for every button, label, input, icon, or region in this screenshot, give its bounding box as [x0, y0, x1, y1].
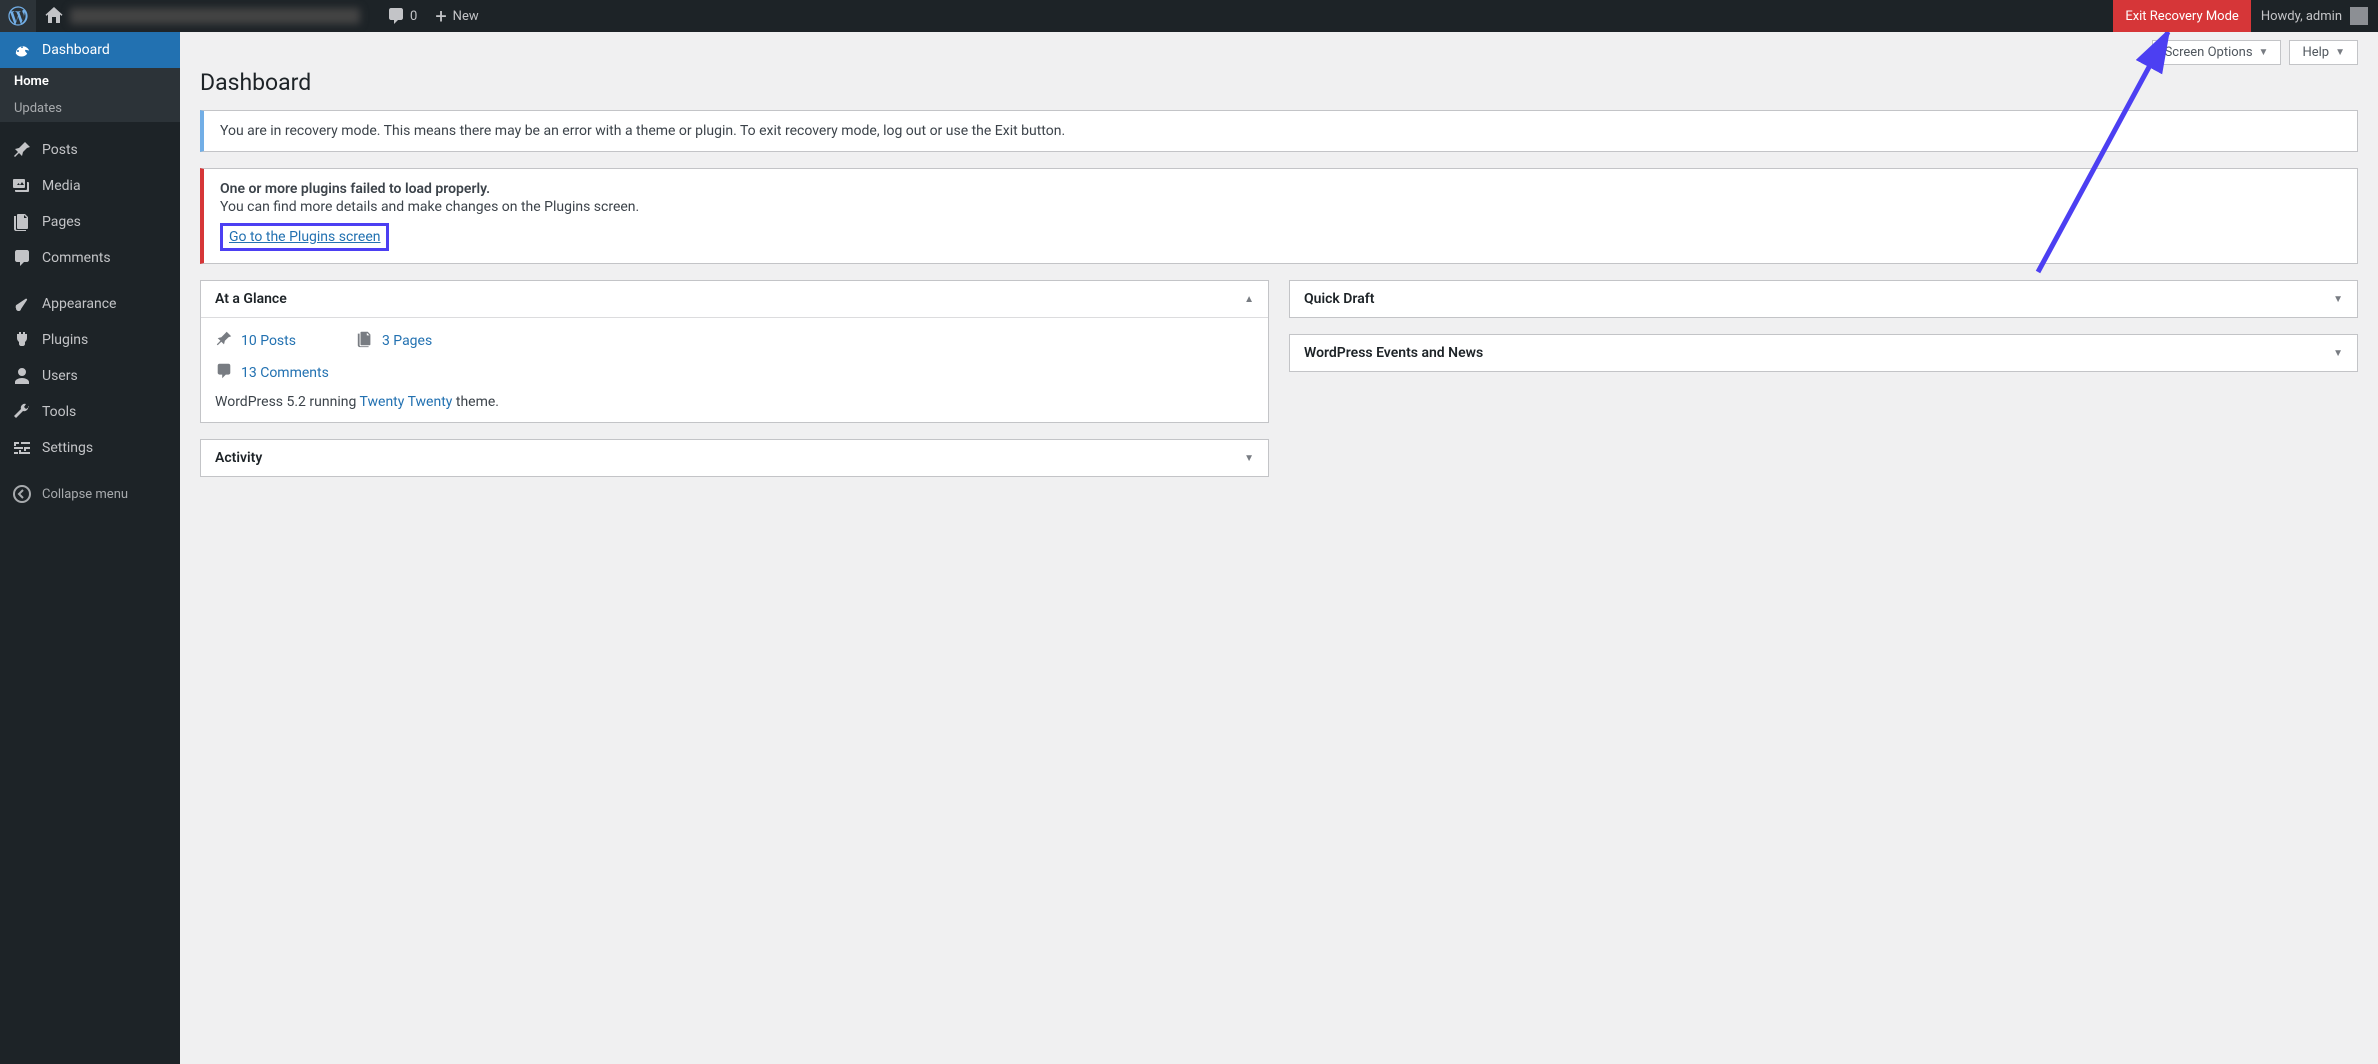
- site-name-blurred: [70, 8, 360, 24]
- collapse-menu[interactable]: Collapse menu: [0, 476, 180, 512]
- collapse-icon: [12, 484, 32, 504]
- events-news-toggle[interactable]: WordPress Events and News ▼: [1290, 335, 2357, 371]
- plugin-error-link-highlight: Go to the Plugins screen: [220, 223, 389, 251]
- submenu-home[interactable]: Home: [0, 68, 180, 95]
- submenu-dashboard: Home Updates: [0, 68, 180, 122]
- howdy-text: Howdy, admin: [2261, 9, 2342, 24]
- glance-pages[interactable]: 3 Pages: [356, 330, 432, 352]
- quick-draft-panel: Quick Draft ▼: [1289, 280, 2358, 318]
- menu-pages[interactable]: Pages: [0, 204, 180, 240]
- menu-media[interactable]: Media: [0, 168, 180, 204]
- comment-icon: [215, 362, 233, 384]
- dashboard-icon: [12, 40, 32, 60]
- at-a-glance-toggle[interactable]: At a Glance ▲: [201, 281, 1268, 318]
- chevron-down-icon: ▼: [2259, 47, 2269, 58]
- at-a-glance-panel: At a Glance ▲ 10 Posts 3 Pages: [200, 280, 1269, 423]
- chevron-up-icon: ▲: [1244, 294, 1254, 305]
- plugin-error-sub: You can find more details and make chang…: [220, 199, 2341, 215]
- glance-posts[interactable]: 10 Posts: [215, 330, 296, 352]
- plugin-error-title: One or more plugins failed to load prope…: [220, 181, 2341, 197]
- menu-appearance[interactable]: Appearance: [0, 286, 180, 322]
- admin-sidebar: Dashboard Home Updates Posts Media Pages…: [0, 32, 180, 1064]
- comment-count: 0: [410, 9, 417, 24]
- exit-recovery-mode-button[interactable]: Exit Recovery Mode: [2113, 0, 2251, 32]
- comments-bubble-link[interactable]: 0: [378, 0, 425, 32]
- help-toggle[interactable]: Help ▼: [2289, 40, 2358, 65]
- menu-dashboard[interactable]: Dashboard: [0, 32, 180, 68]
- menu-users[interactable]: Users: [0, 358, 180, 394]
- plug-icon: [12, 330, 32, 350]
- chevron-down-icon: ▼: [1244, 453, 1254, 464]
- home-icon: [44, 6, 64, 26]
- chevron-down-icon: ▼: [2335, 47, 2345, 58]
- account-menu[interactable]: Howdy, admin: [2251, 0, 2378, 32]
- avatar: [2350, 7, 2368, 25]
- menu-tools[interactable]: Tools: [0, 394, 180, 430]
- events-news-panel: WordPress Events and News ▼: [1289, 334, 2358, 372]
- submenu-updates[interactable]: Updates: [0, 95, 180, 122]
- wp-version-line: WordPress 5.2 running Twenty Twenty them…: [215, 394, 1254, 410]
- wp-logo-menu[interactable]: [0, 0, 36, 32]
- active-theme-link[interactable]: Twenty Twenty: [360, 394, 453, 410]
- quick-draft-toggle[interactable]: Quick Draft ▼: [1290, 281, 2357, 317]
- menu-posts[interactable]: Posts: [0, 132, 180, 168]
- comment-icon: [12, 248, 32, 268]
- activity-toggle[interactable]: Activity ▼: [201, 440, 1268, 476]
- recovery-mode-notice: You are in recovery mode. This means the…: [200, 110, 2358, 152]
- new-label: New: [453, 9, 479, 24]
- wrench-icon: [12, 402, 32, 422]
- wordpress-logo-icon: [8, 6, 28, 26]
- pages-icon: [12, 212, 32, 232]
- plugin-error-notice: One or more plugins failed to load prope…: [200, 168, 2358, 264]
- menu-comments[interactable]: Comments: [0, 240, 180, 276]
- activity-panel: Activity ▼: [200, 439, 1269, 477]
- new-content-link[interactable]: + New: [425, 0, 488, 32]
- chevron-down-icon: ▼: [2333, 348, 2343, 359]
- comment-icon: [386, 6, 406, 26]
- main-content: Screen Options ▼ Help ▼ Dashboard You ar…: [180, 32, 2378, 1064]
- go-to-plugins-link[interactable]: Go to the Plugins screen: [229, 229, 380, 245]
- brush-icon: [12, 294, 32, 314]
- plus-icon: +: [435, 6, 446, 26]
- glance-comments[interactable]: 13 Comments: [215, 362, 329, 384]
- screen-options-toggle[interactable]: Screen Options ▼: [2152, 40, 2282, 65]
- pin-icon: [215, 330, 233, 352]
- page-title: Dashboard: [200, 69, 2358, 96]
- admin-bar: 0 + New Exit Recovery Mode Howdy, admin: [0, 0, 2378, 32]
- pin-icon: [12, 140, 32, 160]
- sliders-icon: [12, 438, 32, 458]
- media-icon: [12, 176, 32, 196]
- menu-plugins[interactable]: Plugins: [0, 322, 180, 358]
- user-icon: [12, 366, 32, 386]
- site-name-link[interactable]: [36, 0, 368, 32]
- pages-icon: [356, 330, 374, 352]
- chevron-down-icon: ▼: [2333, 294, 2343, 305]
- menu-settings[interactable]: Settings: [0, 430, 180, 466]
